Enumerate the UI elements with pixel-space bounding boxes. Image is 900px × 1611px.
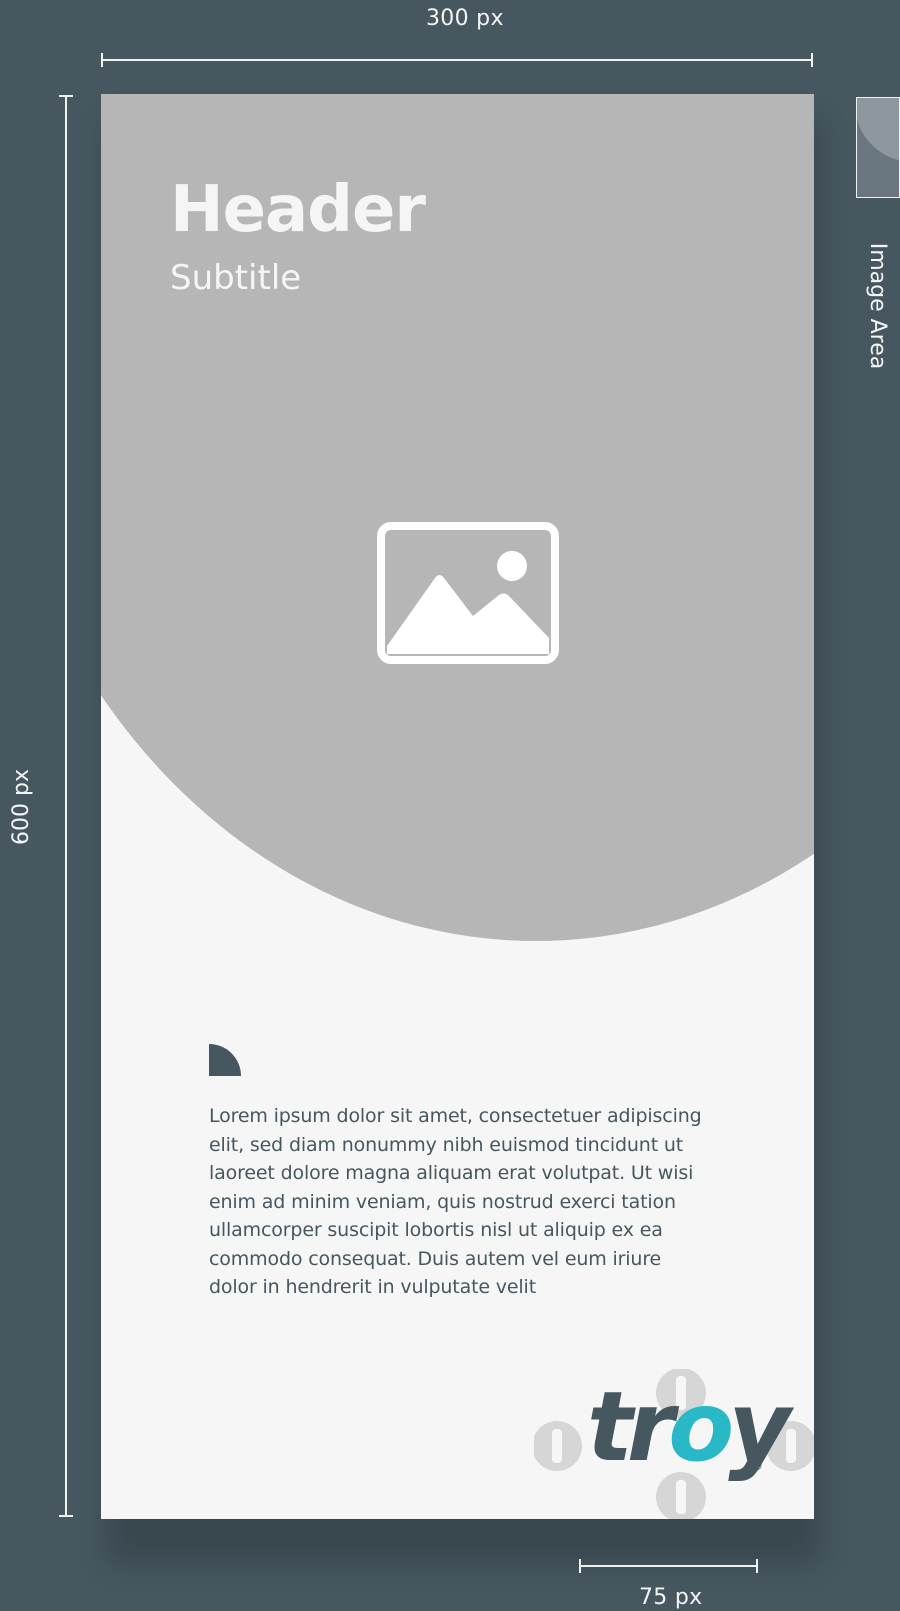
- width-dimension-tick-right: [811, 53, 813, 67]
- image-area-thumbnail: [856, 97, 900, 198]
- registered-mark: ®: [751, 1459, 763, 1473]
- template-card: Header Subtitle Lorem ipsum dolor sit am…: [101, 94, 814, 1519]
- image-area-thumbnail-shape: [857, 98, 899, 162]
- image-placeholder-icon: [377, 522, 559, 664]
- troy-logo: troy ®: [532, 1368, 814, 1519]
- image-area-label: Image Area: [865, 242, 890, 370]
- width-dimension-label: 300 px: [426, 6, 504, 31]
- logo-width-dimension-tick-left: [579, 1559, 581, 1573]
- card-body-text: Lorem ipsum dolor sit amet, consectetuer…: [209, 1105, 702, 1298]
- logo-width-dimension-line: [580, 1565, 758, 1567]
- height-dimension-tick-bottom: [59, 1515, 73, 1517]
- quarter-circle-icon: [209, 1044, 241, 1076]
- card-header-subtitle: Subtitle: [170, 258, 302, 298]
- logo-width-dimension-tick-right: [756, 1559, 758, 1573]
- troy-logo-accent: o: [668, 1371, 734, 1483]
- height-dimension-line: [65, 95, 67, 1517]
- height-dimension-tick-top: [59, 95, 73, 97]
- logo-width-dimension-label: 75 px: [639, 1585, 703, 1610]
- card-header-title: Header: [170, 173, 426, 247]
- troy-logo-prefix: tr: [587, 1371, 674, 1483]
- height-dimension-label: 600 px: [9, 769, 34, 845]
- width-dimension-tick-left: [101, 53, 103, 67]
- width-dimension-line: [102, 59, 813, 61]
